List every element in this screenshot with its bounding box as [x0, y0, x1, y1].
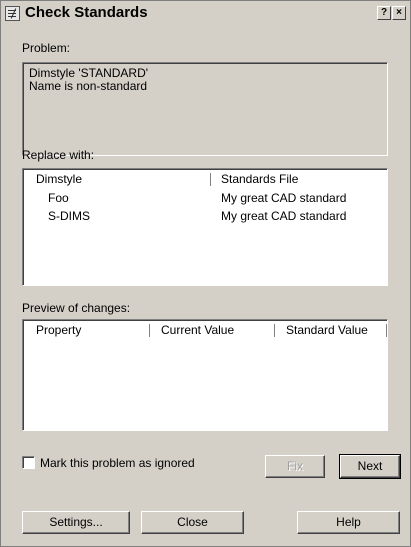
preview-list[interactable]: Property Current Value Standard Value — [22, 319, 388, 431]
list-item[interactable]: Foo My great CAD standard — [24, 190, 386, 206]
column-header-current-value[interactable]: Current Value — [161, 321, 234, 339]
column-header-standard-value[interactable]: Standard Value — [286, 321, 368, 339]
close-button[interactable]: Close — [141, 511, 244, 534]
column-separator[interactable] — [210, 173, 211, 186]
check-standards-dialog: Check Standards ? × Problem: Dimstyle 'S… — [0, 0, 411, 547]
preview-list-header: Property Current Value Standard Value — [24, 321, 387, 339]
column-separator[interactable] — [274, 324, 275, 337]
fix-button[interactable]: Fix — [265, 455, 325, 478]
preview-label: Preview of changes: — [22, 301, 131, 315]
problem-label: Problem: — [22, 41, 71, 55]
ignore-problem-checkbox[interactable] — [22, 456, 35, 469]
column-separator[interactable] — [149, 324, 150, 337]
problem-description: Dimstyle 'STANDARD' Name is non-standard — [22, 62, 388, 156]
app-icon — [5, 6, 20, 21]
title-help-icon[interactable]: ? — [377, 6, 391, 20]
column-header-property[interactable]: Property — [36, 321, 81, 339]
replace-with-label: Replace with: — [22, 148, 95, 162]
column-header-standards-file[interactable]: Standards File — [221, 170, 298, 188]
settings-button[interactable]: Settings... — [22, 511, 130, 534]
replace-list-header: Dimstyle Standards File — [24, 170, 386, 188]
title-bar[interactable]: Check Standards ? × — [1, 1, 410, 26]
title-close-icon[interactable]: × — [392, 6, 406, 20]
dimstyle-name: Foo — [48, 191, 69, 205]
dimstyle-name: S-DIMS — [48, 209, 90, 223]
ignore-problem-label[interactable]: Mark this problem as ignored — [40, 456, 195, 470]
list-item[interactable]: S-DIMS My great CAD standard — [24, 208, 386, 224]
help-button[interactable]: Help — [297, 511, 400, 534]
replace-list[interactable]: Dimstyle Standards File Foo My great CAD… — [22, 168, 388, 286]
next-button[interactable]: Next — [339, 454, 401, 479]
window-title: Check Standards — [25, 4, 148, 21]
standards-file-name: My great CAD standard — [221, 209, 347, 223]
standards-file-name: My great CAD standard — [221, 191, 347, 205]
column-separator[interactable] — [386, 324, 387, 337]
column-header-dimstyle[interactable]: Dimstyle — [36, 170, 82, 188]
problem-line: Name is non-standard — [29, 79, 148, 93]
